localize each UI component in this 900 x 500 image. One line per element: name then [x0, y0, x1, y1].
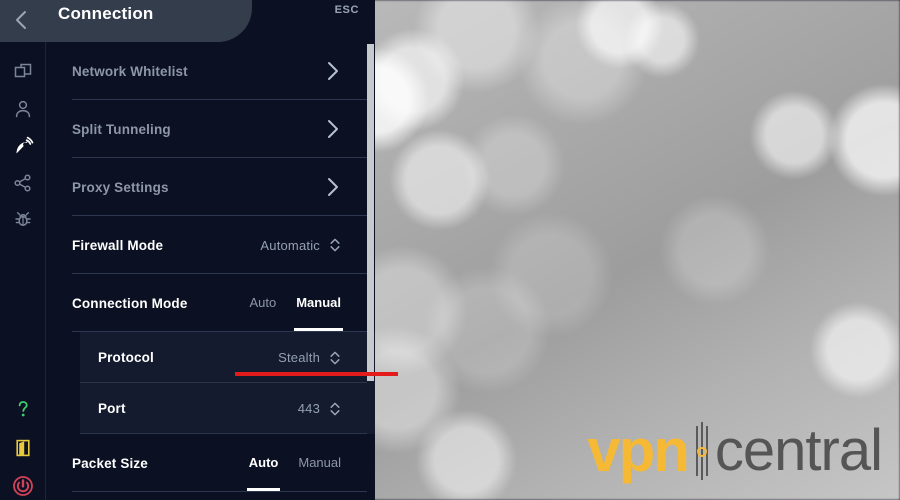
sidebar-item-connection[interactable] — [9, 132, 37, 160]
connection-mode-segment[interactable]: Auto Manual — [249, 295, 343, 331]
row-control[interactable] — [325, 118, 341, 140]
back-button[interactable] — [10, 8, 32, 32]
settings-list[interactable]: Network Whitelist Split Tunneling Proxy … — [46, 42, 375, 500]
page-title: Connection — [58, 4, 154, 23]
packet-size-option-auto[interactable]: Auto — [246, 455, 280, 491]
firewall-mode-value: Automatic — [260, 237, 320, 253]
stepper-updown-icon[interactable] — [329, 350, 341, 366]
row-control[interactable]: Stealth — [278, 350, 341, 366]
red-underline-annotation — [235, 372, 398, 376]
chevron-right-icon — [328, 120, 338, 138]
row-label: Connection Mode — [72, 295, 188, 311]
setting-row-port[interactable]: Port 443 — [80, 383, 375, 434]
row-control[interactable]: 443 — [298, 401, 341, 417]
logo-text-central: central — [714, 418, 883, 484]
door-exit-icon — [16, 439, 30, 457]
vpn-client-window: Connection ESC Network Whitelist Split T… — [0, 0, 900, 500]
user-icon — [15, 100, 31, 118]
setting-row-connection-mode[interactable]: Connection Mode Auto Manual — [46, 274, 375, 332]
sidebar-item-network[interactable] — [9, 169, 37, 197]
row-label: Split Tunneling — [72, 121, 171, 137]
sidebar-item-power[interactable] — [9, 472, 37, 500]
setting-row-firewall-mode[interactable]: Firewall Mode Automatic — [46, 216, 375, 274]
title-bar: Connection ESC — [0, 0, 375, 42]
setting-row-packet-size[interactable]: Packet Size Auto Manual — [46, 434, 375, 492]
connection-mode-subgroup: Protocol Stealth Port 443 — [80, 332, 375, 434]
layers-icon — [14, 63, 32, 78]
logo-separator-icon — [690, 420, 714, 482]
settings-scrollbar-thumb[interactable] — [367, 44, 374, 381]
port-value: 443 — [297, 401, 320, 416]
share-nodes-icon — [14, 174, 31, 192]
vpncentral-logo: vpn central — [587, 417, 883, 484]
sidebar-item-diagnostics[interactable] — [9, 206, 37, 234]
connection-mode-option-manual[interactable]: Manual — [294, 295, 343, 331]
sidebar-item-logout[interactable] — [9, 434, 37, 462]
row-label: Network Whitelist — [72, 63, 188, 79]
row-label: Protocol — [98, 350, 154, 365]
row-label: Firewall Mode — [72, 237, 164, 253]
row-control[interactable] — [325, 60, 341, 82]
sidebar-item-layers[interactable] — [9, 57, 37, 85]
power-icon — [13, 476, 33, 496]
sidebar-item-help[interactable] — [9, 395, 37, 423]
setting-row-network-whitelist[interactable]: Network Whitelist — [46, 42, 375, 100]
protocol-value: Stealth — [278, 350, 320, 365]
row-control[interactable] — [325, 176, 341, 198]
chevron-right-icon — [328, 62, 338, 80]
help-question-icon — [18, 401, 28, 417]
packet-size-segment[interactable]: Auto Manual — [246, 455, 341, 491]
chevron-right-icon — [328, 178, 338, 196]
stepper-updown-icon[interactable] — [329, 237, 341, 253]
sidebar-rail — [0, 42, 46, 500]
bug-icon — [15, 212, 31, 226]
row-label: Proxy Settings — [72, 179, 169, 195]
row-label: Packet Size — [72, 455, 148, 471]
packet-size-option-manual[interactable]: Manual — [298, 455, 341, 472]
stepper-updown-icon[interactable] — [329, 401, 341, 417]
logo-text-vpn: vpn — [587, 417, 690, 484]
chevron-left-icon — [16, 11, 26, 29]
satellite-dish-icon — [16, 136, 33, 153]
setting-row-proxy-settings[interactable]: Proxy Settings — [46, 158, 375, 216]
sidebar-item-account[interactable] — [9, 95, 37, 123]
setting-row-split-tunneling[interactable]: Split Tunneling — [46, 100, 375, 158]
row-control[interactable]: Automatic — [260, 237, 341, 253]
esc-hint[interactable]: ESC — [335, 4, 359, 16]
connection-mode-option-auto[interactable]: Auto — [249, 295, 276, 312]
row-label: Port — [98, 401, 126, 416]
